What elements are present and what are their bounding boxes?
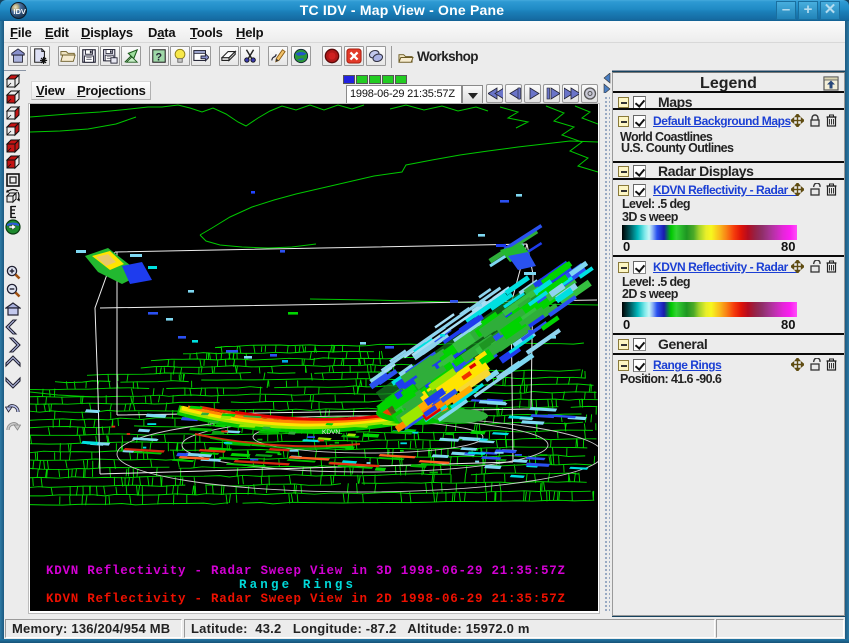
svg-text:KDVN Reflectivity - Radar Swee: KDVN Reflectivity - Radar Sweep View in … [46, 592, 565, 606]
svg-text:Range Rings: Range Rings [239, 578, 353, 592]
svg-text:?: ? [155, 51, 162, 63]
svg-text:KDVN: KDVN [322, 429, 340, 436]
svg-text:KDVN Reflectivity - Radar Swee: KDVN Reflectivity - Radar Sweep View in … [46, 564, 565, 578]
